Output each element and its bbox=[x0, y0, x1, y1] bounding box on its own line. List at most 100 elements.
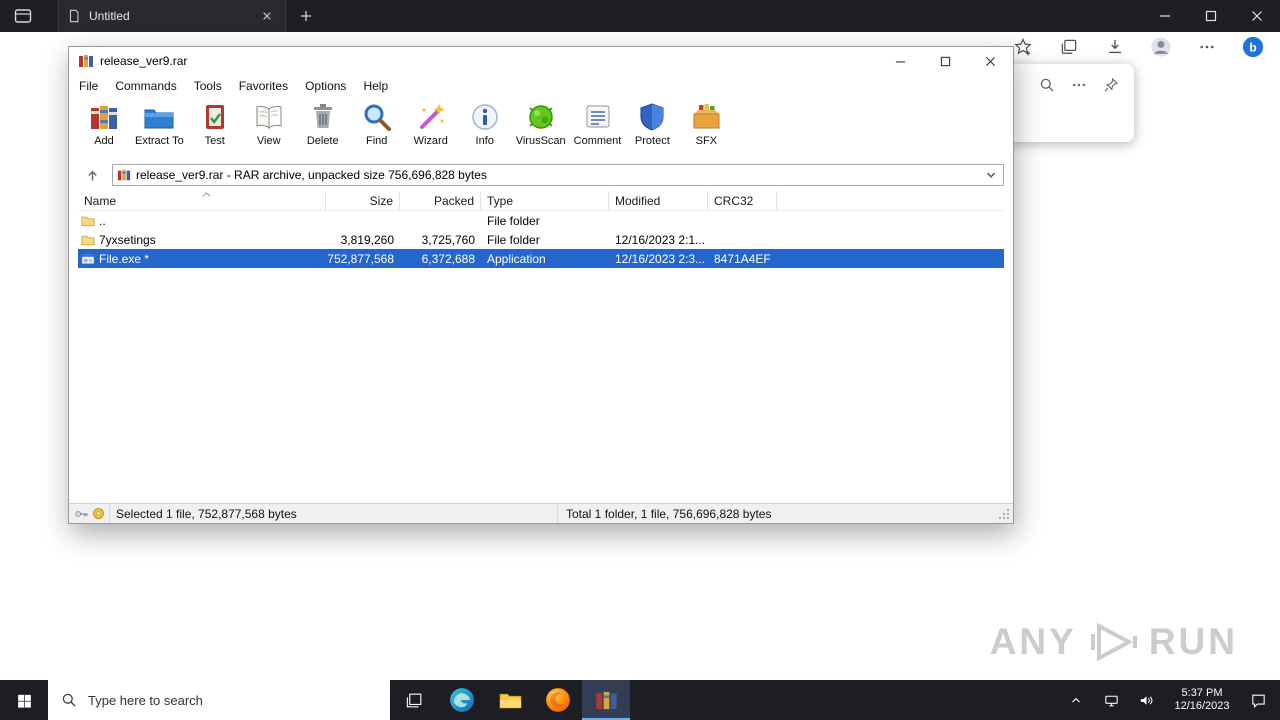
volume-icon[interactable] bbox=[1136, 690, 1156, 710]
downloads-icon[interactable] bbox=[1104, 36, 1126, 58]
taskbar-search[interactable] bbox=[48, 680, 390, 720]
winrar-maximize-button[interactable] bbox=[923, 47, 968, 75]
table-row-folder[interactable]: 7yxsetings 3,819,260 3,725,760 File fold… bbox=[78, 230, 1004, 249]
toolbar-info-button[interactable]: Info bbox=[458, 99, 512, 147]
firefox-icon[interactable] bbox=[534, 680, 582, 720]
winrar-statusbar: Selected 1 file, 752,877,568 bytes Total… bbox=[69, 503, 1013, 523]
collections-icon[interactable] bbox=[1058, 36, 1080, 58]
winrar-minimize-button[interactable] bbox=[878, 47, 923, 75]
add-books-icon bbox=[87, 100, 121, 134]
chevron-down-icon[interactable] bbox=[983, 166, 999, 184]
info-icon bbox=[468, 100, 502, 134]
up-one-level-icon[interactable] bbox=[78, 164, 106, 186]
bing-icon[interactable]: b bbox=[1242, 36, 1264, 58]
toolbar-protect-button[interactable]: Protect bbox=[625, 99, 679, 147]
menu-favorites[interactable]: Favorites bbox=[239, 79, 288, 93]
toolbar-virusscan-button[interactable]: VirusScan bbox=[512, 99, 570, 147]
clock-date: 12/16/2023 bbox=[1174, 700, 1230, 712]
toolbar-wizard-button[interactable]: Wizard bbox=[404, 99, 458, 147]
status-icons bbox=[69, 507, 109, 520]
svg-text:b: b bbox=[1249, 41, 1256, 55]
archive-path-combobox[interactable]: release_ver9.rar - RAR archive, unpacked… bbox=[112, 164, 1004, 186]
anyrun-logo-icon bbox=[1085, 620, 1141, 664]
toolbar-delete-button[interactable]: Delete bbox=[296, 99, 350, 147]
toolbar-extract-button[interactable]: Extract To bbox=[131, 99, 188, 147]
winrar-addressbar: release_ver9.rar - RAR archive, unpacked… bbox=[69, 161, 1013, 189]
protect-shield-icon bbox=[635, 100, 669, 134]
sfx-box-icon bbox=[689, 100, 723, 134]
menu-commands[interactable]: Commands bbox=[115, 79, 176, 93]
toolbar-sfx-button[interactable]: SFX bbox=[679, 99, 733, 147]
resize-grip[interactable] bbox=[998, 508, 1012, 522]
table-row-parent-dir[interactable]: .. File folder bbox=[78, 211, 1004, 230]
search-icon[interactable] bbox=[1038, 76, 1056, 94]
winrar-window-title: release_ver9.rar bbox=[100, 54, 188, 68]
toolbar-comment-button[interactable]: Comment bbox=[570, 99, 626, 147]
column-header-modified[interactable]: Modified bbox=[609, 191, 708, 210]
winrar-taskbar-icon[interactable] bbox=[582, 680, 630, 720]
menu-options[interactable]: Options bbox=[305, 79, 346, 93]
search-input[interactable] bbox=[86, 691, 336, 709]
taskbar: 5:37 PM 12/16/2023 bbox=[0, 680, 1280, 720]
winrar-archive-icon bbox=[117, 168, 131, 182]
action-center-icon[interactable] bbox=[1248, 690, 1268, 710]
test-check-icon bbox=[198, 100, 232, 134]
menu-help[interactable]: Help bbox=[363, 79, 388, 93]
tab-actions-icon[interactable] bbox=[12, 7, 34, 25]
new-tab-button[interactable] bbox=[296, 6, 316, 26]
winrar-toolbar: Add Extract To Test View Delete Find Wiz… bbox=[69, 97, 1013, 161]
status-selected-text: Selected 1 file, 752,877,568 bytes bbox=[109, 504, 557, 523]
winrar-menubar: File Commands Tools Favorites Options He… bbox=[69, 75, 1013, 97]
browser-titlebar: Untitled bbox=[0, 0, 1280, 32]
winrar-window: release_ver9.rar File Commands Tools Fav… bbox=[68, 46, 1014, 524]
network-icon[interactable] bbox=[1101, 690, 1121, 710]
winrar-app-icon bbox=[78, 53, 94, 69]
find-magnifier-icon bbox=[360, 100, 394, 134]
delete-trash-icon bbox=[306, 100, 340, 134]
pin-icon[interactable] bbox=[1102, 76, 1120, 94]
browser-close-button[interactable] bbox=[1234, 0, 1280, 32]
winrar-close-button[interactable] bbox=[968, 47, 1013, 75]
column-header-size[interactable]: Size bbox=[326, 191, 400, 210]
virusscan-icon bbox=[524, 100, 558, 134]
task-view-button[interactable] bbox=[390, 680, 438, 720]
taskbar-clock[interactable]: 5:37 PM 12/16/2023 bbox=[1171, 687, 1233, 713]
column-header-type[interactable]: Type bbox=[481, 191, 609, 210]
system-tray: 5:37 PM 12/16/2023 bbox=[1066, 680, 1280, 720]
file-list: Name Size Packed Type Modified CRC32 .. … bbox=[78, 191, 1004, 503]
browser-tab[interactable]: Untitled bbox=[58, 0, 286, 32]
file-explorer-icon[interactable] bbox=[486, 680, 534, 720]
search-icon bbox=[61, 692, 77, 708]
more-options-icon[interactable] bbox=[1196, 36, 1218, 58]
browser-maximize-button[interactable] bbox=[1188, 0, 1234, 32]
folder-icon bbox=[81, 214, 95, 228]
toolbar-test-button[interactable]: Test bbox=[188, 99, 242, 147]
edge-icon[interactable] bbox=[438, 680, 486, 720]
table-row-selected-file[interactable]: File.exe * 752,877,568 6,372,688 Applica… bbox=[78, 249, 1004, 268]
profile-avatar[interactable] bbox=[1150, 36, 1172, 58]
wizard-wand-icon bbox=[414, 100, 448, 134]
menu-tools[interactable]: Tools bbox=[194, 79, 222, 93]
watermark-text-any: ANY bbox=[989, 621, 1077, 662]
toolbar-add-button[interactable]: Add bbox=[77, 99, 131, 147]
menu-file[interactable]: File bbox=[79, 79, 98, 93]
toolbar-view-button[interactable]: View bbox=[242, 99, 296, 147]
favorites-add-icon[interactable] bbox=[1012, 36, 1034, 58]
browser-window-controls bbox=[1142, 0, 1280, 32]
start-button[interactable] bbox=[0, 680, 48, 720]
column-header-packed[interactable]: Packed bbox=[400, 191, 481, 210]
toolbar-find-button[interactable]: Find bbox=[350, 99, 404, 147]
anyrun-watermark: ANY RUN bbox=[990, 620, 1238, 664]
browser-action-icons: b bbox=[1012, 36, 1264, 58]
chevron-up-icon[interactable] bbox=[1066, 690, 1086, 710]
key-icon bbox=[74, 508, 89, 520]
browser-minimize-button[interactable] bbox=[1142, 0, 1188, 32]
column-header-name[interactable]: Name bbox=[78, 191, 326, 210]
more-options-icon[interactable] bbox=[1070, 76, 1088, 94]
column-header-crc32[interactable]: CRC32 bbox=[708, 191, 777, 210]
application-exe-icon bbox=[81, 252, 95, 266]
tab-close-icon[interactable] bbox=[257, 6, 277, 26]
column-headers: Name Size Packed Type Modified CRC32 bbox=[78, 191, 1004, 211]
winrar-titlebar[interactable]: release_ver9.rar bbox=[69, 47, 1013, 75]
folder-icon bbox=[81, 233, 95, 247]
